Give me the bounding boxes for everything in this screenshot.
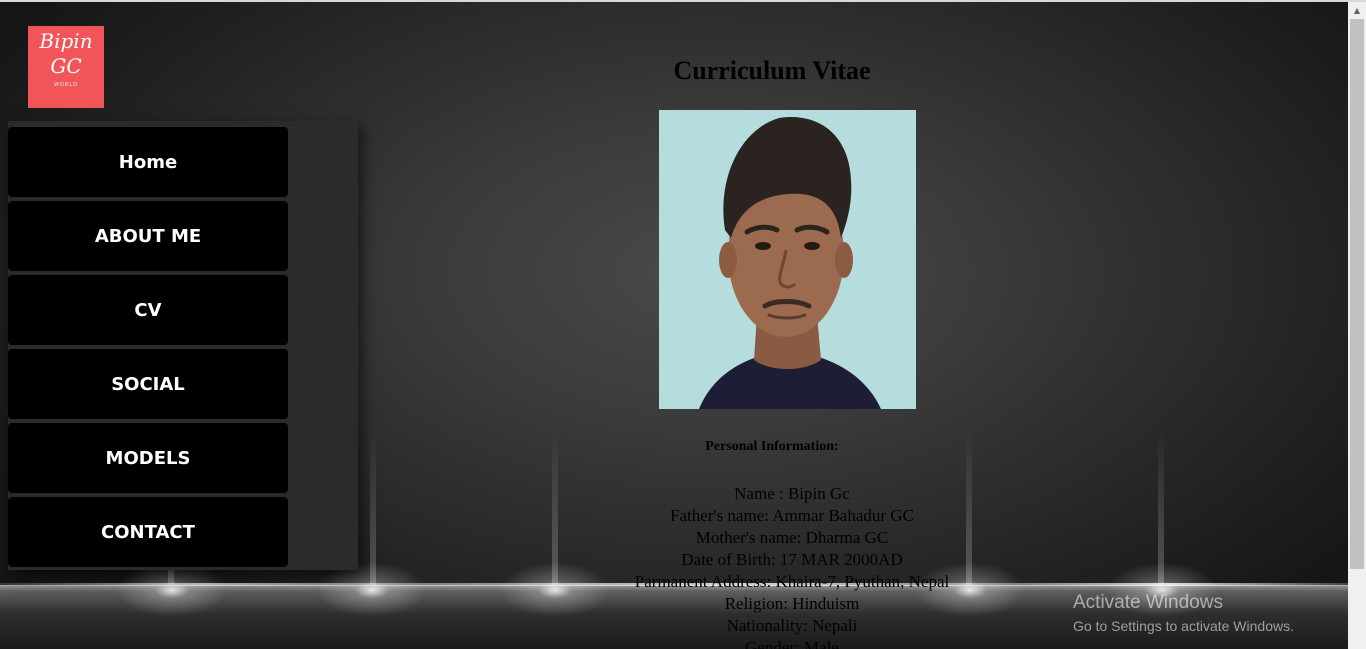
sidebar-nav: Home ABOUT ME CV SOCIAL MODELS CONTACT (8, 121, 358, 570)
site-logo[interactable]: Bipin GC WORLD (28, 26, 104, 108)
info-nationality: Nationality: Nepali (726, 616, 858, 635)
nav-item-home[interactable]: Home (8, 127, 288, 197)
window-top-border (0, 0, 1366, 2)
logo-text-line1: Bipin (39, 29, 93, 53)
section-heading-personal-info: Personal Information: (705, 439, 839, 454)
info-religion: Religion: Hinduism (724, 594, 860, 613)
info-gender: Gender: Male (745, 638, 839, 649)
watermark-subtitle: Go to Settings to activate Windows. (1073, 618, 1294, 634)
profile-photo (659, 110, 916, 409)
scroll-up-arrow-icon[interactable]: ▲ (1348, 2, 1366, 19)
nav-item-about-me[interactable]: ABOUT ME (8, 201, 288, 271)
scrollbar-thumb[interactable] (1350, 19, 1364, 569)
activate-windows-watermark: Activate Windows Go to Settings to activ… (1073, 592, 1294, 636)
logo-text-line2: GC (50, 54, 82, 78)
nav-item-models[interactable]: MODELS (8, 423, 288, 493)
logo-subtext: WORLD (54, 82, 78, 88)
vertical-scrollbar[interactable]: ▲ (1348, 2, 1366, 649)
nav-item-cv[interactable]: CV (8, 275, 288, 345)
portrait-illustration (659, 110, 916, 409)
nav-item-contact[interactable]: CONTACT (8, 497, 288, 567)
info-mother-name: Mother's name: Dharma GC (695, 528, 889, 547)
info-father-name: Father's name: Ammar Bahadur GC (670, 506, 914, 525)
personal-info-list: Name : Bipin Gc Father's name: Ammar Bah… (572, 483, 1012, 649)
page-title: Curriculum Vitae (673, 56, 871, 85)
nav-item-social[interactable]: SOCIAL (8, 349, 288, 419)
info-date-of-birth: Date of Birth: 17 MAR 2000AD (681, 550, 903, 569)
watermark-title: Activate Windows (1073, 592, 1223, 613)
info-name: Name : Bipin Gc (734, 484, 850, 503)
info-permanent-address: Parmanent Address: Khaira-7, Pyuthan, Ne… (634, 572, 950, 591)
